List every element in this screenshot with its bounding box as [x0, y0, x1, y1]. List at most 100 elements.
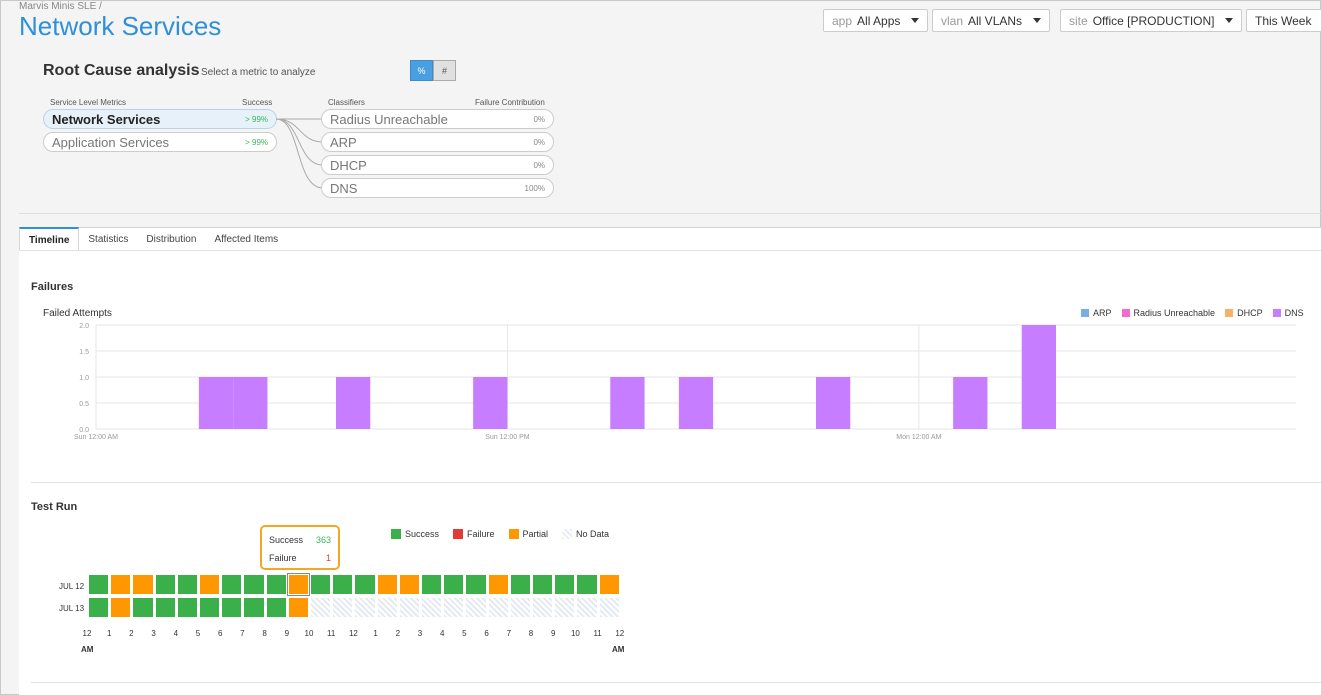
- test-run-cell-no-data[interactable]: [510, 598, 530, 617]
- legend-label: No Data: [576, 529, 610, 539]
- test-run-cell-success[interactable]: [355, 575, 375, 594]
- classifiers-column-header: Classifiers: [328, 98, 365, 107]
- classifier-arp[interactable]: ARP 0%: [321, 132, 554, 152]
- test-run-cell-no-data[interactable]: [311, 598, 331, 617]
- legend-item-radius-unreachable[interactable]: Radius Unreachable: [1121, 308, 1215, 318]
- test-run-cell-partial[interactable]: [111, 598, 131, 617]
- tooltip-success-value: 363: [315, 535, 331, 545]
- test-run-cell-success[interactable]: [422, 575, 442, 594]
- classifier-radius-unreachable[interactable]: Radius Unreachable 0%: [321, 109, 554, 129]
- legend-item-partial[interactable]: Partial: [508, 529, 548, 539]
- success-column-header: Success: [242, 98, 273, 107]
- test-run-cell-no-data[interactable]: [533, 598, 553, 617]
- test-run-cell-partial[interactable]: [399, 575, 419, 594]
- test-run-cell-success[interactable]: [244, 598, 264, 617]
- test-run-cell-success[interactable]: [510, 575, 530, 594]
- legend-label: DHCP: [1237, 308, 1263, 318]
- test-run-legend: Success Failure Partial No Data: [391, 529, 609, 539]
- vlan-filter-dropdown[interactable]: vlan All VLANs: [932, 9, 1051, 32]
- test-run-cell-no-data[interactable]: [577, 598, 597, 617]
- test-run-cell-no-data[interactable]: [444, 598, 464, 617]
- test-run-cell-success[interactable]: [444, 575, 464, 594]
- test-run-cell-partial[interactable]: [286, 573, 311, 596]
- test-run-cell-partial[interactable]: [133, 575, 153, 594]
- test-run-cell-success[interactable]: [89, 575, 109, 594]
- legend-swatch: [391, 529, 401, 539]
- legend-swatch: [508, 529, 519, 539]
- test-run-cell-no-data[interactable]: [466, 598, 486, 617]
- classifier-value: 0%: [533, 114, 545, 124]
- time-range-dropdown[interactable]: This Week: [1246, 9, 1321, 32]
- classifier-dhcp[interactable]: DHCP 0%: [321, 155, 554, 175]
- test-run-cell-no-data[interactable]: [333, 598, 353, 617]
- app-filter-dropdown[interactable]: app All Apps: [823, 9, 929, 32]
- legend-item-success[interactable]: Success: [391, 529, 439, 539]
- test-run-cell-success[interactable]: [466, 575, 486, 594]
- test-run-cell-success[interactable]: [155, 598, 175, 617]
- test-run-cell-no-data[interactable]: [355, 598, 375, 617]
- legend-item-failure[interactable]: Failure: [453, 529, 495, 539]
- test-run-cell-success[interactable]: [177, 575, 197, 594]
- section-divider: [31, 682, 1321, 683]
- test-run-cell-success[interactable]: [333, 575, 353, 594]
- test-run-cell-partial[interactable]: [488, 575, 508, 594]
- chart-y-label: Failed Attempts: [43, 308, 112, 319]
- test-run-cell-success[interactable]: [155, 575, 175, 594]
- hour-tick-label: 5: [195, 629, 201, 638]
- tab-affected-items[interactable]: Affected Items: [205, 227, 287, 251]
- hour-tick-label: 8: [528, 629, 534, 638]
- test-run-cell-partial[interactable]: [599, 575, 619, 594]
- hour-tick-label: 4: [439, 629, 445, 638]
- test-run-cell-success[interactable]: [222, 598, 242, 617]
- metric-mode-toggle: % #: [410, 60, 456, 81]
- chevron-down-icon: [1033, 18, 1042, 23]
- site-filter-dropdown[interactable]: site Office [PRODUCTION]: [1060, 9, 1243, 32]
- tab-statistics[interactable]: Statistics: [79, 227, 137, 251]
- test-run-cell-success[interactable]: [222, 575, 242, 594]
- hour-tick-label: 2: [395, 629, 401, 638]
- test-run-cell-success[interactable]: [89, 598, 109, 617]
- test-run-cell-no-data[interactable]: [377, 598, 397, 617]
- tab-distribution[interactable]: Distribution: [137, 227, 205, 251]
- count-toggle-button[interactable]: #: [433, 60, 456, 81]
- hour-tick-label: 2: [129, 629, 134, 638]
- tab-timeline[interactable]: Timeline: [19, 227, 80, 251]
- classifier-label: DNS: [330, 180, 358, 196]
- classifier-dns[interactable]: DNS 100%: [321, 178, 554, 198]
- dns-failure-bar: [336, 377, 371, 429]
- test-run-cell-no-data[interactable]: [555, 598, 575, 617]
- metric-application-services[interactable]: Application Services > 99%: [43, 132, 277, 152]
- test-run-cell-no-data[interactable]: [422, 598, 442, 617]
- test-run-cell-no-data[interactable]: [399, 598, 419, 617]
- metric-network-services[interactable]: Network Services > 99%: [43, 109, 277, 129]
- legend-item-arp[interactable]: ARP: [1081, 308, 1112, 318]
- test-run-cell-partial[interactable]: [200, 575, 220, 594]
- legend-item-no-data[interactable]: No Data: [562, 529, 609, 539]
- percent-toggle-button[interactable]: %: [410, 60, 433, 81]
- test-run-cell-success[interactable]: [244, 575, 264, 594]
- test-run-cell-no-data[interactable]: [599, 598, 619, 617]
- row-label-jul-13: JUL 13: [59, 604, 85, 613]
- test-run-cell-success[interactable]: [533, 575, 553, 594]
- test-run-cell-success[interactable]: [577, 575, 597, 594]
- classifier-value: 0%: [533, 160, 545, 170]
- dns-failure-bar: [198, 377, 234, 429]
- test-run-cell-success[interactable]: [555, 575, 575, 594]
- test-run-cell-partial[interactable]: [288, 598, 308, 617]
- legend-item-dns[interactable]: DNS: [1272, 308, 1304, 318]
- failures-chart: 0.0 0.5 1.0 1.5 2.0 Sun 12:00 AM Sun 12:00 PM M…: [74, 323, 1296, 441]
- test-run-cell-success[interactable]: [133, 598, 153, 617]
- test-run-cell-no-data[interactable]: [488, 598, 508, 617]
- test-run-cell-partial[interactable]: [377, 575, 397, 594]
- test-run-cell-success[interactable]: [177, 598, 197, 617]
- x-tick-label: Sun 12:00 AM: [74, 434, 118, 441]
- test-run-cell-partial[interactable]: [111, 575, 131, 594]
- test-run-cell-success[interactable]: [266, 575, 286, 594]
- test-run-cell-success[interactable]: [200, 598, 220, 617]
- test-run-cell-success[interactable]: [266, 598, 286, 617]
- legend-swatch: [1081, 309, 1089, 317]
- dns-failure-bar: [1021, 325, 1056, 429]
- test-run-cell-success[interactable]: [311, 575, 331, 594]
- legend-item-dhcp[interactable]: DHCP: [1225, 308, 1263, 318]
- root-cause-subtitle: Select a metric to analyze: [201, 67, 316, 78]
